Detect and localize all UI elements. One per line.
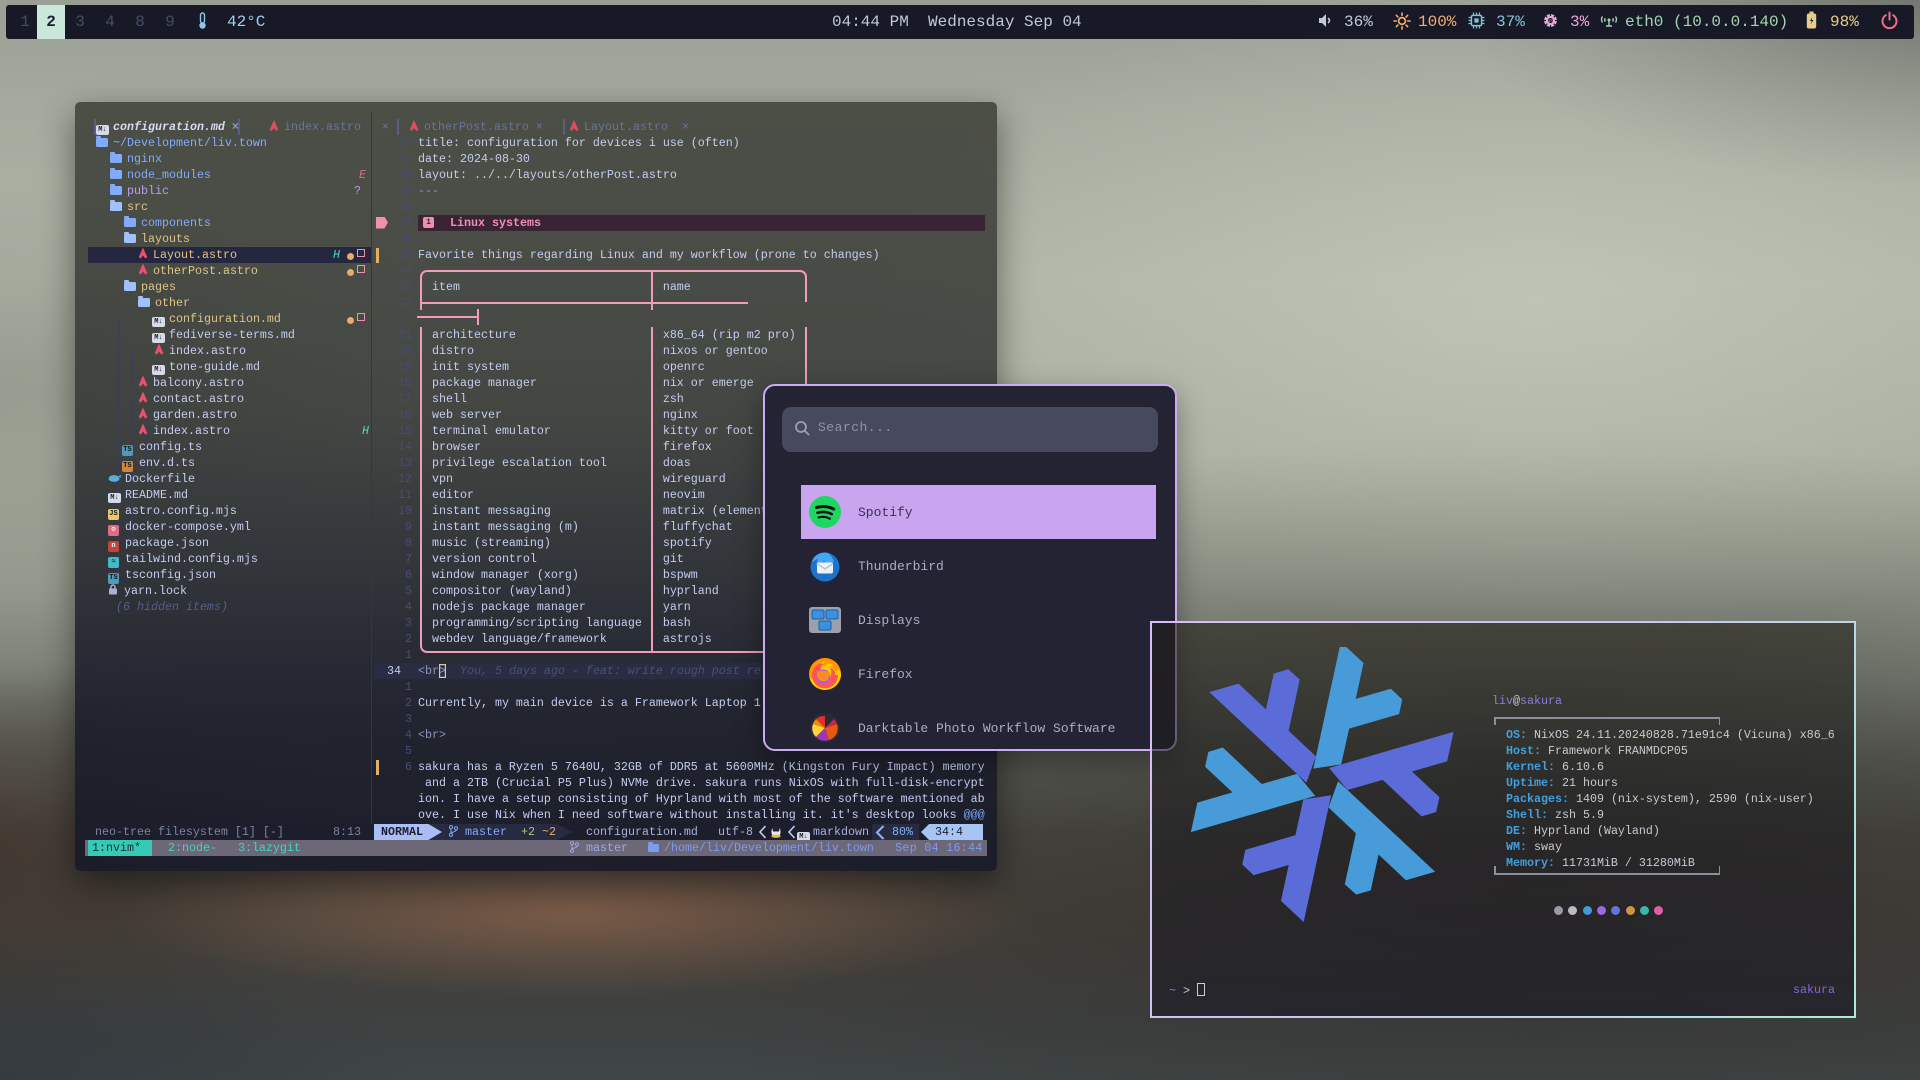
svg-text:GPU: GPU [1546,19,1556,24]
